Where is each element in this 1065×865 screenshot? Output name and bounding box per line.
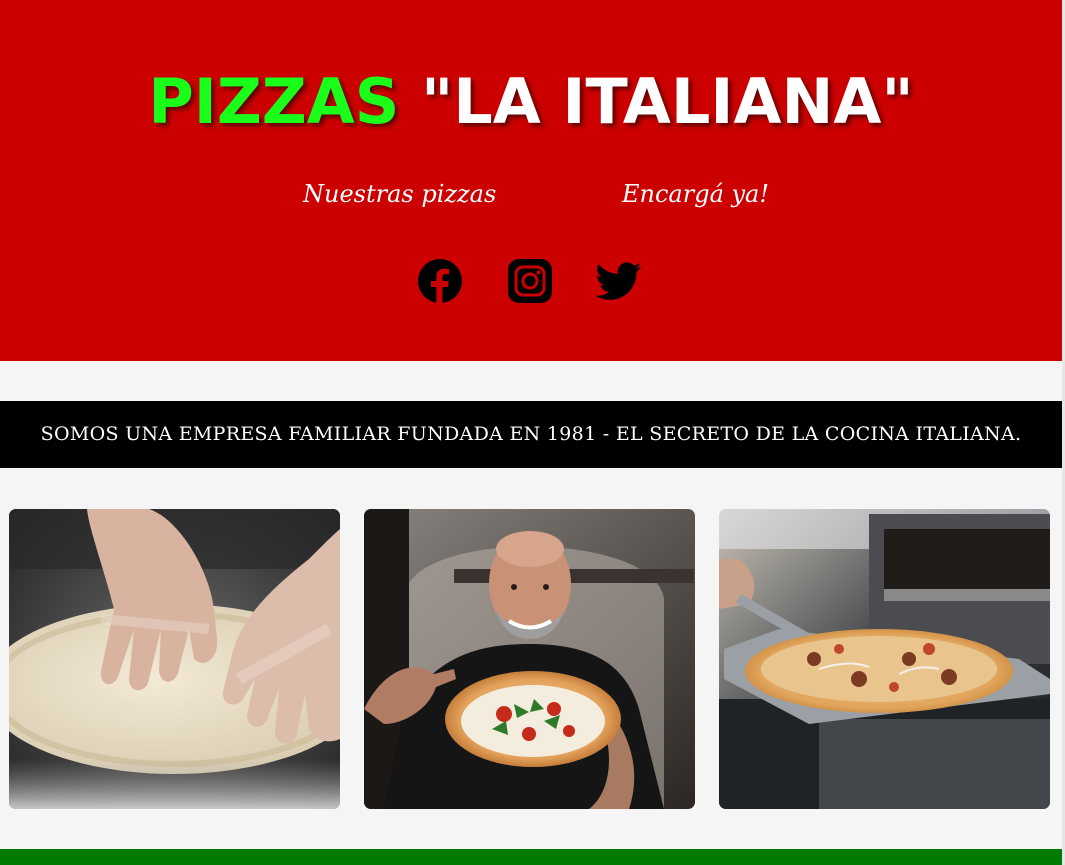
gallery-image-dough [9,509,340,809]
tagline-text: SOMOS UNA EMPRESA FAMILIAR FUNDADA EN 19… [40,423,1022,445]
site-title-word-pizzas: PIZZAS [148,65,400,138]
site-header: PIZZAS "LA ITALIANA" Nuestras pizzas Enc… [0,0,1062,361]
site-footer [0,849,1062,865]
main-nav: Nuestras pizzas Encargá ya! [0,176,1062,216]
site-title: PIZZAS "LA ITALIANA" [0,66,1062,138]
facebook-icon[interactable] [417,258,463,304]
tagline-banner: SOMOS UNA EMPRESA FAMILIAR FUNDADA EN 19… [0,401,1062,468]
site-title-word-la-italiana: "LA ITALIANA" [421,65,914,138]
nav-link-nuestras-pizzas[interactable]: Nuestras pizzas [303,176,496,212]
nav-link-encarga-ya[interactable]: Encargá ya! [622,176,769,212]
social-links [0,258,1062,304]
instagram-icon[interactable] [507,258,553,304]
gallery-image-pizza-peel [719,509,1050,809]
gallery-image-chef [364,509,695,809]
twitter-icon[interactable] [596,258,642,304]
